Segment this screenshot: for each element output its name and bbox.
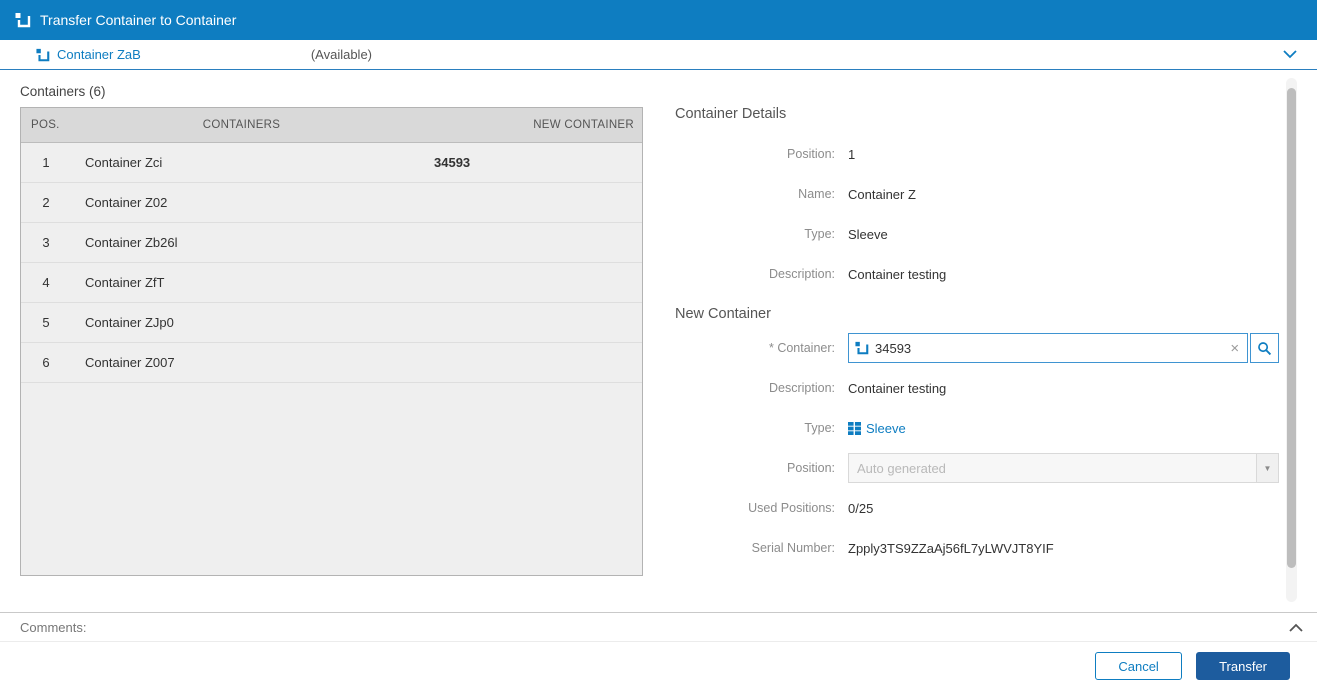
- container-input-group[interactable]: ×: [848, 333, 1248, 363]
- vertical-scrollbar[interactable]: [1286, 78, 1297, 602]
- column-header-pos: POS.: [21, 119, 71, 131]
- position-input[interactable]: [849, 454, 1256, 482]
- transfer-dialog: Transfer Container to Container Containe…: [0, 0, 1317, 690]
- cell-pos: 4: [21, 275, 71, 290]
- field-value: 0/25: [848, 501, 873, 516]
- type-link[interactable]: Sleeve: [848, 421, 906, 436]
- field-label: Description:: [675, 267, 835, 281]
- container-icon: [36, 48, 50, 62]
- search-container-button[interactable]: [1250, 333, 1279, 363]
- field-value: 1: [848, 147, 855, 162]
- table-row[interactable]: 2 Container Z02: [21, 183, 642, 223]
- field-new-type: Type: Sleeve: [675, 408, 1279, 448]
- field-name: Name: Container Z: [675, 174, 1279, 214]
- field-new-description: Description: Container testing: [675, 368, 1279, 408]
- cell-container: Container Zb26l: [71, 235, 412, 250]
- column-header-new-container: NEW CONTAINER: [412, 119, 642, 131]
- column-header-containers: CONTAINERS: [71, 119, 412, 131]
- type-value: Sleeve: [866, 421, 906, 436]
- chevron-down-icon[interactable]: [1283, 50, 1297, 59]
- containers-panel-title: Containers (6): [20, 84, 106, 99]
- field-label: Type:: [675, 421, 835, 435]
- field-label: * Container:: [675, 341, 835, 355]
- details-panel: Container Details Position: 1 Name: Cont…: [675, 70, 1279, 568]
- main-area: Containers (6) POS. CONTAINERS NEW CONTA…: [0, 70, 1317, 612]
- table-row[interactable]: 4 Container ZfT: [21, 263, 642, 303]
- source-container-name: Container ZaB: [57, 47, 141, 62]
- cell-new-container: 34593: [412, 155, 642, 170]
- grid-icon: [848, 422, 861, 435]
- table-row[interactable]: 6 Container Z007: [21, 343, 642, 383]
- chevron-up-icon[interactable]: [1289, 623, 1303, 632]
- container-icon: [855, 341, 869, 355]
- field-value: Container testing: [848, 381, 946, 396]
- cell-pos: 1: [21, 155, 71, 170]
- field-value: Container testing: [848, 267, 946, 282]
- field-label: Used Positions:: [675, 501, 835, 515]
- field-label: Position:: [675, 147, 835, 161]
- table-row[interactable]: 3 Container Zb26l: [21, 223, 642, 263]
- cell-pos: 6: [21, 355, 71, 370]
- container-input[interactable]: [875, 341, 1228, 356]
- source-container-bar: Container ZaB (Available): [0, 40, 1317, 70]
- field-label: Serial Number:: [675, 541, 835, 555]
- table-header-row: POS. CONTAINERS NEW CONTAINER: [21, 108, 642, 143]
- cell-container: Container Zci: [71, 155, 412, 170]
- dropdown-arrow-icon[interactable]: ▼: [1256, 454, 1278, 482]
- field-position: Position: 1: [675, 134, 1279, 174]
- dialog-header: Transfer Container to Container: [0, 0, 1317, 40]
- cell-pos: 5: [21, 315, 71, 330]
- cell-container: Container ZJp0: [71, 315, 412, 330]
- position-combo[interactable]: ▼: [848, 453, 1279, 483]
- comments-label: Comments:: [20, 620, 86, 635]
- field-label: Position:: [675, 461, 835, 475]
- table-row[interactable]: 1 Container Zci 34593: [21, 143, 642, 183]
- field-new-container: * Container: ×: [675, 328, 1279, 368]
- container-icon: [15, 12, 31, 28]
- cell-pos: 2: [21, 195, 71, 210]
- field-value: Sleeve: [848, 227, 888, 242]
- cancel-button[interactable]: Cancel: [1095, 652, 1182, 680]
- magnifier-icon: [1257, 341, 1272, 356]
- container-details-title: Container Details: [675, 106, 1279, 122]
- dialog-footer: Cancel Transfer: [0, 642, 1317, 690]
- field-value: Zpply3TS9ZZaAj56fL7yLWVJT8YIF: [848, 541, 1054, 556]
- scrollbar-thumb[interactable]: [1287, 88, 1296, 568]
- cell-pos: 3: [21, 235, 71, 250]
- containers-table: POS. CONTAINERS NEW CONTAINER 1 Containe…: [20, 107, 643, 576]
- cell-container: Container Z007: [71, 355, 412, 370]
- field-label: Name:: [675, 187, 835, 201]
- table-row[interactable]: 5 Container ZJp0: [21, 303, 642, 343]
- field-type: Type: Sleeve: [675, 214, 1279, 254]
- dialog-title: Transfer Container to Container: [40, 12, 236, 28]
- field-label: Type:: [675, 227, 835, 241]
- cell-container: Container ZfT: [71, 275, 412, 290]
- field-label: Description:: [675, 381, 835, 395]
- comments-bar: Comments:: [0, 612, 1317, 642]
- field-description: Description: Container testing: [675, 254, 1279, 294]
- field-used-positions: Used Positions: 0/25: [675, 488, 1279, 528]
- transfer-button[interactable]: Transfer: [1196, 652, 1290, 680]
- source-container-status: (Available): [311, 47, 372, 62]
- new-container-title: New Container: [675, 306, 1279, 322]
- field-value: Container Z: [848, 187, 916, 202]
- clear-icon[interactable]: ×: [1228, 341, 1241, 356]
- field-serial-number: Serial Number: Zpply3TS9ZZaAj56fL7yLWVJT…: [675, 528, 1279, 568]
- field-new-position: Position: ▼: [675, 448, 1279, 488]
- cell-container: Container Z02: [71, 195, 412, 210]
